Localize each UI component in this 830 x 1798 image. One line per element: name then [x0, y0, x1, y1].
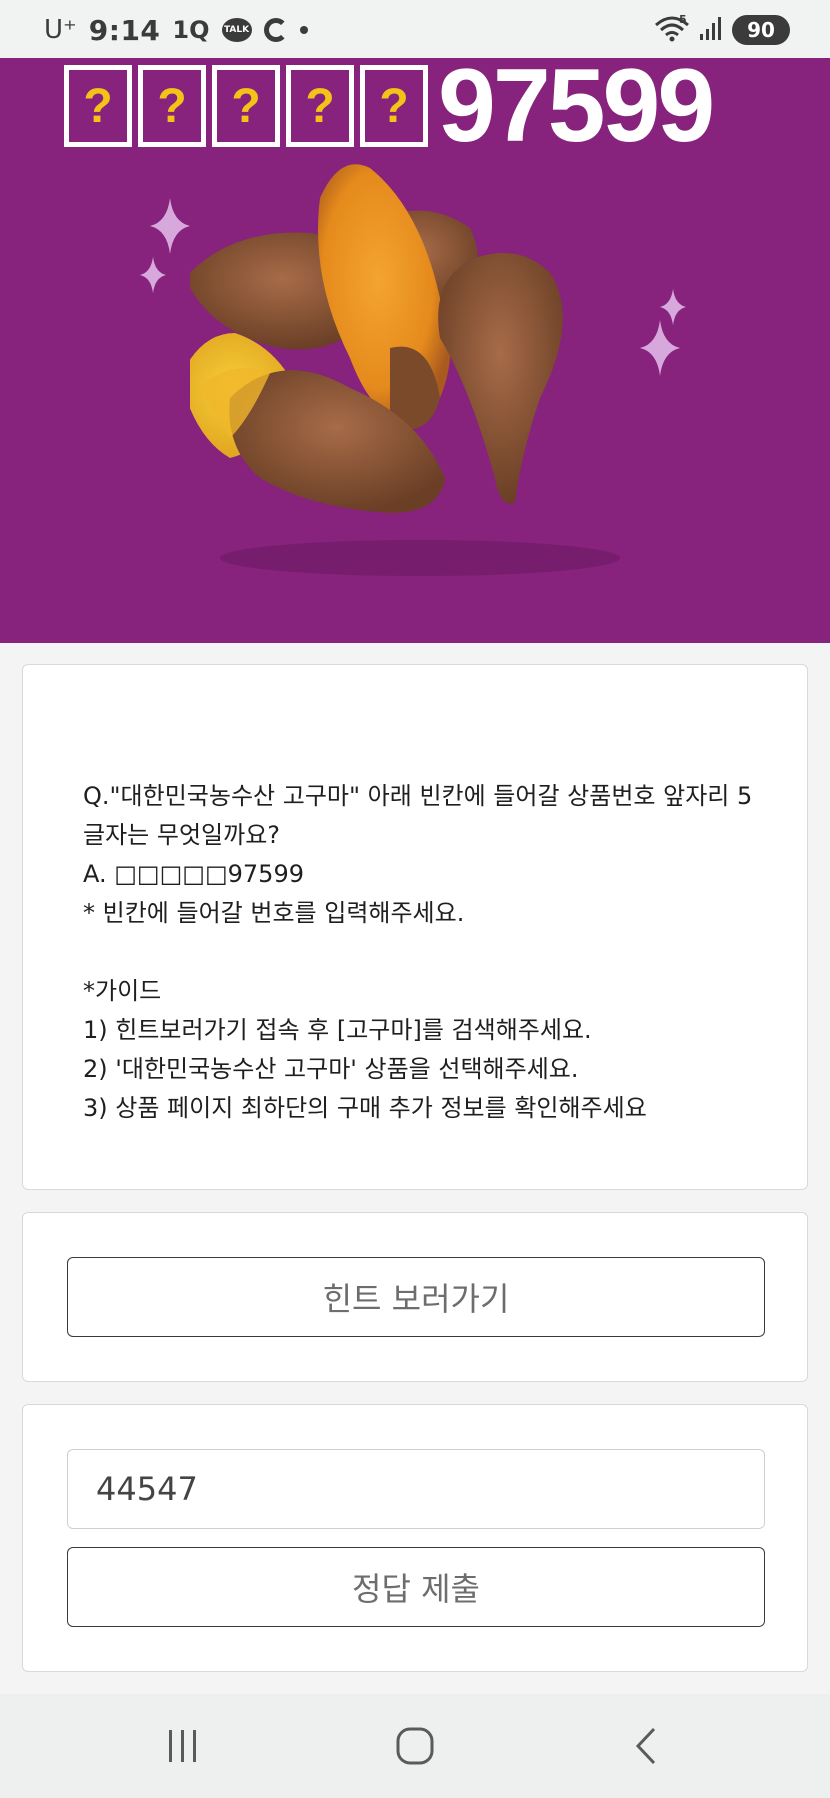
hint-card: 힌트 보러가기 [22, 1212, 808, 1382]
question-line: 글자는 무엇일까요? [83, 821, 281, 849]
1q-app-icon: 1Q [172, 16, 210, 44]
svg-text:5: 5 [679, 13, 687, 26]
instruction-line: * 빈칸에 들어갈 번호를 입력해주세요. [83, 899, 465, 927]
guide-step-1: 1) 힌트보러가기 접속 후 [고구마]를 검색해주세요. [83, 1016, 592, 1044]
hidden-digit-box: ? [286, 65, 354, 147]
c-app-icon [263, 18, 288, 42]
sweet-potato-image [190, 164, 620, 576]
hidden-digit-box: ? [212, 65, 280, 147]
question-text: Q."대한민국농수산 고구마" 아래 빈칸에 들어갈 상품번호 앞자리 5 글자… [83, 777, 763, 1128]
status-left: U⁺ 9:14 1Q TALK [44, 12, 308, 48]
sparkle-icon [640, 320, 680, 376]
kakaotalk-icon: TALK [221, 18, 252, 42]
submit-answer-button[interactable]: 정답 제출 [67, 1547, 765, 1627]
product-code-display: ? ? ? ? ? 97599 [64, 58, 715, 164]
navigation-bar [0, 1694, 830, 1798]
battery-icon: 90 [732, 15, 790, 45]
question-line: Q."대한민국농수산 고구마" 아래 빈칸에 들어갈 상품번호 앞자리 5 [83, 782, 753, 810]
sparkle-icon [140, 256, 166, 294]
status-right: 5 90 [654, 13, 790, 47]
hint-button[interactable]: 힌트 보러가기 [67, 1257, 765, 1337]
answer-format-line: A. □□□□□97599 [83, 860, 304, 888]
guide-heading: *가이드 [83, 977, 162, 1005]
code-suffix: 97599 [438, 58, 715, 164]
guide-step-2: 2) '대한민국농수산 고구마' 상품을 선택해주세요. [83, 1055, 579, 1083]
answer-input[interactable] [67, 1449, 765, 1529]
carrier-label: U⁺ [44, 15, 77, 45]
back-icon[interactable] [622, 1722, 672, 1770]
answer-card: 정답 제출 [22, 1404, 808, 1672]
guide-step-3: 3) 상품 페이지 최하단의 구매 추가 정보를 확인해주세요 [83, 1094, 647, 1122]
hidden-digit-box: ? [64, 65, 132, 147]
quiz-banner: ? ? ? ? ? 97599 [0, 58, 830, 643]
sparkle-icon [150, 198, 190, 254]
signal-icon [698, 14, 724, 46]
question-card: Q."대한민국농수산 고구마" 아래 빈칸에 들어갈 상품번호 앞자리 5 글자… [22, 664, 808, 1190]
notification-dot-icon [299, 26, 308, 34]
clock: 9:14 [88, 13, 161, 47]
hidden-digit-box: ? [360, 65, 428, 147]
wifi-icon: 5 [654, 13, 690, 47]
home-icon[interactable] [390, 1722, 440, 1770]
recent-apps-icon[interactable] [158, 1722, 208, 1770]
status-bar: U⁺ 9:14 1Q TALK 5 90 [0, 0, 830, 58]
hidden-digit-box: ? [138, 65, 206, 147]
